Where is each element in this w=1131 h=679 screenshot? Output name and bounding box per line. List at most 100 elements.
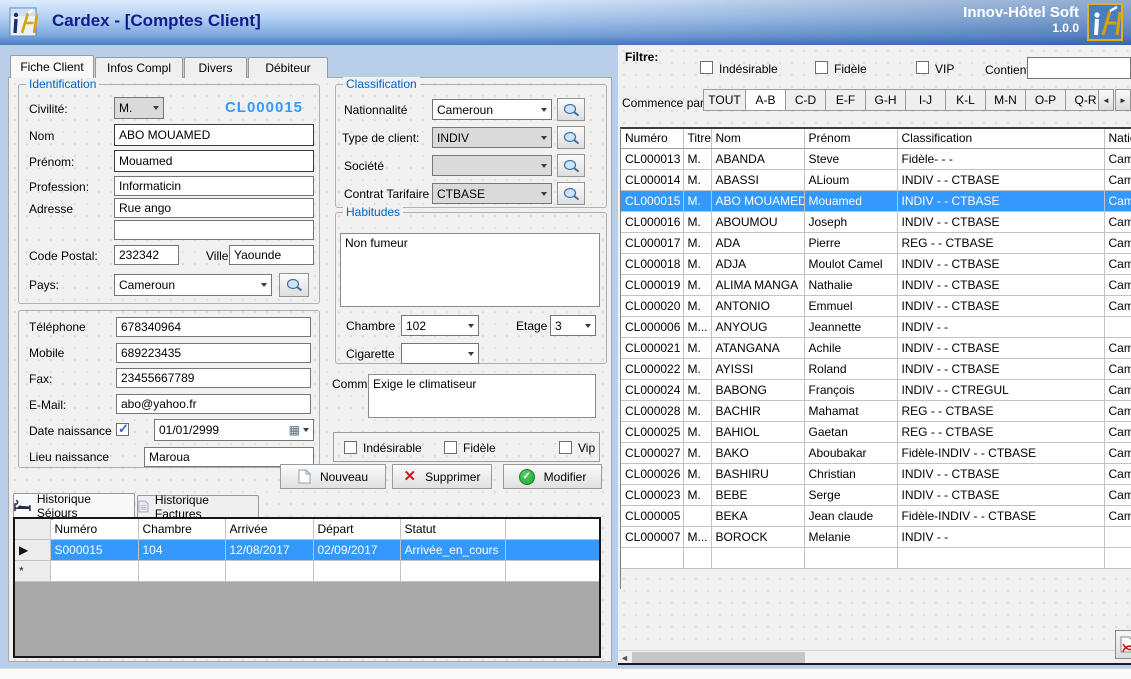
date-naissance-checkbox[interactable] — [116, 423, 129, 436]
history-row[interactable]: ▶ S000015 104 12/08/2017 02/09/2017 Arri… — [15, 539, 599, 560]
table-row[interactable]: CL000025 M. BAHIOL Gaetan REG - - CTBASE… — [621, 421, 1131, 442]
tab-infos-compl[interactable]: Infos Compl — [95, 57, 183, 78]
table-row[interactable]: CL000014 M. ABASSI ALioum INDIV - - CTBA… — [621, 169, 1131, 190]
col-statut[interactable]: Statut — [400, 519, 505, 539]
cell-classification: Fidèle- - - — [897, 148, 1104, 169]
cell-nationalite: Cameroun — [1104, 169, 1131, 190]
alpha-filter-tab[interactable]: C-D — [786, 89, 826, 111]
table-row[interactable]: CL000020 M. ANTONIO Emmuel INDIV - - CTB… — [621, 295, 1131, 316]
indesirable-checkbox[interactable] — [344, 441, 357, 454]
fidele-checkbox[interactable] — [444, 441, 457, 454]
table-row[interactable]: CL000015 M. ABO MOUAMED Mouamed INDIV - … — [621, 190, 1131, 211]
col-classification[interactable]: Classification — [897, 129, 1104, 148]
alpha-filter-tab[interactable]: M-N — [986, 89, 1026, 111]
col-prenom[interactable]: Prénom — [804, 129, 897, 148]
alpha-filter-tab[interactable]: E-F — [826, 89, 866, 111]
tab-historique-sejours[interactable]: Historique Séjours — [13, 493, 135, 517]
alpha-filter-tab[interactable]: O-P — [1026, 89, 1066, 111]
contient-input[interactable] — [1027, 57, 1131, 79]
fax-field[interactable] — [116, 368, 311, 388]
adresse2-field[interactable] — [114, 220, 314, 240]
alpha-filter-tab[interactable]: A-B — [746, 89, 786, 111]
prenom-field[interactable] — [114, 150, 314, 172]
vip-checkbox[interactable] — [559, 441, 572, 454]
alpha-scroll-left-button[interactable]: ◄ — [1098, 89, 1114, 111]
col-depart[interactable]: Départ — [313, 519, 400, 539]
col-numero[interactable]: Numéro — [621, 129, 683, 148]
etage-combobox[interactable]: 3 — [550, 315, 596, 336]
mobile-field[interactable] — [116, 343, 311, 363]
cell-nationalite — [1104, 316, 1131, 337]
alpha-filter-tab[interactable]: K-L — [946, 89, 986, 111]
cigarette-combobox[interactable] — [401, 343, 479, 364]
pays-combobox[interactable]: Cameroun — [114, 274, 272, 296]
table-row[interactable]: CL000006 M... ANYOUG Jeannette INDIV - - — [621, 316, 1131, 337]
alpha-filter-tab[interactable]: TOUT — [703, 89, 746, 111]
table-row[interactable]: CL000016 M. ABOUMOU Joseph INDIV - - CTB… — [621, 211, 1131, 232]
nom-field[interactable] — [114, 124, 314, 146]
table-row[interactable]: CL000005 BEKA Jean claude Fidèle-INDIV -… — [621, 505, 1131, 526]
alpha-filter-tab[interactable]: G-H — [866, 89, 906, 111]
alpha-scroll-right-button[interactable]: ► — [1115, 89, 1131, 111]
table-row[interactable]: CL000023 M. BEBE Serge INDIV - - CTBASE … — [621, 484, 1131, 505]
table-row[interactable]: CL000028 M. BACHIR Mahamat REG - - CTBAS… — [621, 400, 1131, 421]
table-row[interactable]: CL000022 M. AYISSI Roland INDIV - - CTBA… — [621, 358, 1131, 379]
modifier-button[interactable]: Modifier — [503, 464, 602, 489]
tab-historique-factures[interactable]: Historique Factures — [137, 495, 259, 517]
table-row[interactable]: CL000024 M. BABONG François INDIV - - CT… — [621, 379, 1131, 400]
nationalite-search-button[interactable] — [557, 98, 585, 121]
table-row[interactable]: CL000017 M. ADA Pierre REG - - CTBASE Ca… — [621, 232, 1131, 253]
tab-divers[interactable]: Divers — [184, 57, 247, 78]
table-row[interactable]: CL000027 M. BAKO Aboubakar Fidèle-INDIV … — [621, 442, 1131, 463]
col-arrivee[interactable]: Arrivée — [225, 519, 313, 539]
filter-indesirable-checkbox[interactable] — [700, 61, 713, 74]
filter-fidele-checkbox[interactable] — [815, 61, 828, 74]
contrat-search-button[interactable] — [557, 182, 585, 205]
telephone-field[interactable] — [116, 317, 311, 337]
habitudes-textarea[interactable]: Non fumeur — [340, 233, 600, 307]
groupbox-legend: Classification — [343, 77, 420, 91]
societe-combobox[interactable] — [432, 155, 552, 176]
alpha-filter-tab[interactable]: Q-R — [1066, 89, 1098, 111]
adresse-field[interactable] — [114, 198, 314, 218]
nouveau-button[interactable]: Nouveau — [280, 464, 386, 489]
col-numero[interactable]: Numéro — [50, 519, 138, 539]
table-row[interactable]: CL000018 M. ADJA Moulot Camel INDIV - - … — [621, 253, 1131, 274]
nationalite-value: Cameroun — [437, 103, 493, 117]
civilite-combobox[interactable]: M. — [114, 97, 164, 119]
type-client-combobox[interactable]: INDIV — [432, 127, 552, 148]
date-naissance-picker[interactable]: 01/01/2999 — [154, 419, 314, 441]
scrollbar-thumb[interactable] — [632, 652, 805, 663]
history-row[interactable]: * — [15, 560, 599, 581]
email-field[interactable] — [116, 394, 311, 414]
nationalite-combobox[interactable]: Cameroun — [432, 99, 552, 120]
scroll-left-arrow[interactable]: ◄ — [618, 651, 631, 664]
supprimer-button[interactable]: Supprimer — [392, 464, 492, 489]
export-pdf-button[interactable] — [1115, 630, 1131, 659]
table-row[interactable]: CL000026 M. BASHIRU Christian INDIV - - … — [621, 463, 1131, 484]
comment-textarea[interactable]: Exige le climatiseur — [368, 374, 596, 418]
table-row[interactable]: CL000007 M... BOROCK Melanie INDIV - - — [621, 526, 1131, 547]
table-row[interactable]: CL000021 M. ATANGANA Achile INDIV - - CT… — [621, 337, 1131, 358]
tab-fiche-client[interactable]: Fiche Client — [10, 55, 94, 78]
filter-vip-checkbox[interactable] — [916, 61, 929, 74]
alpha-filter-tab[interactable]: I-J — [906, 89, 946, 111]
table-row[interactable] — [621, 547, 1131, 568]
contrat-tarifaire-combobox[interactable]: CTBASE — [432, 183, 552, 204]
chambre-combobox[interactable]: 102 — [401, 315, 479, 336]
profession-field[interactable] — [114, 176, 314, 196]
horizontal-scrollbar[interactable]: ◄ — [618, 650, 1131, 663]
col-titre[interactable]: Titre — [683, 129, 711, 148]
pays-search-button[interactable] — [279, 273, 309, 297]
col-chambre[interactable]: Chambre — [138, 519, 225, 539]
societe-search-button[interactable] — [557, 154, 585, 177]
ville-field[interactable] — [229, 245, 314, 265]
type-client-search-button[interactable] — [557, 126, 585, 149]
code-postal-field[interactable] — [114, 245, 179, 265]
cell-prenom: Christian — [804, 463, 897, 484]
tab-debiteur[interactable]: Débiteur — [248, 57, 328, 78]
table-row[interactable]: CL000019 M. ALIMA MANGA Nathalie INDIV -… — [621, 274, 1131, 295]
table-row[interactable]: CL000013 M. ABANDA Steve Fidèle- - - Cam… — [621, 148, 1131, 169]
col-nom[interactable]: Nom — [711, 129, 804, 148]
col-nationalite[interactable]: Nationalité — [1104, 129, 1131, 148]
